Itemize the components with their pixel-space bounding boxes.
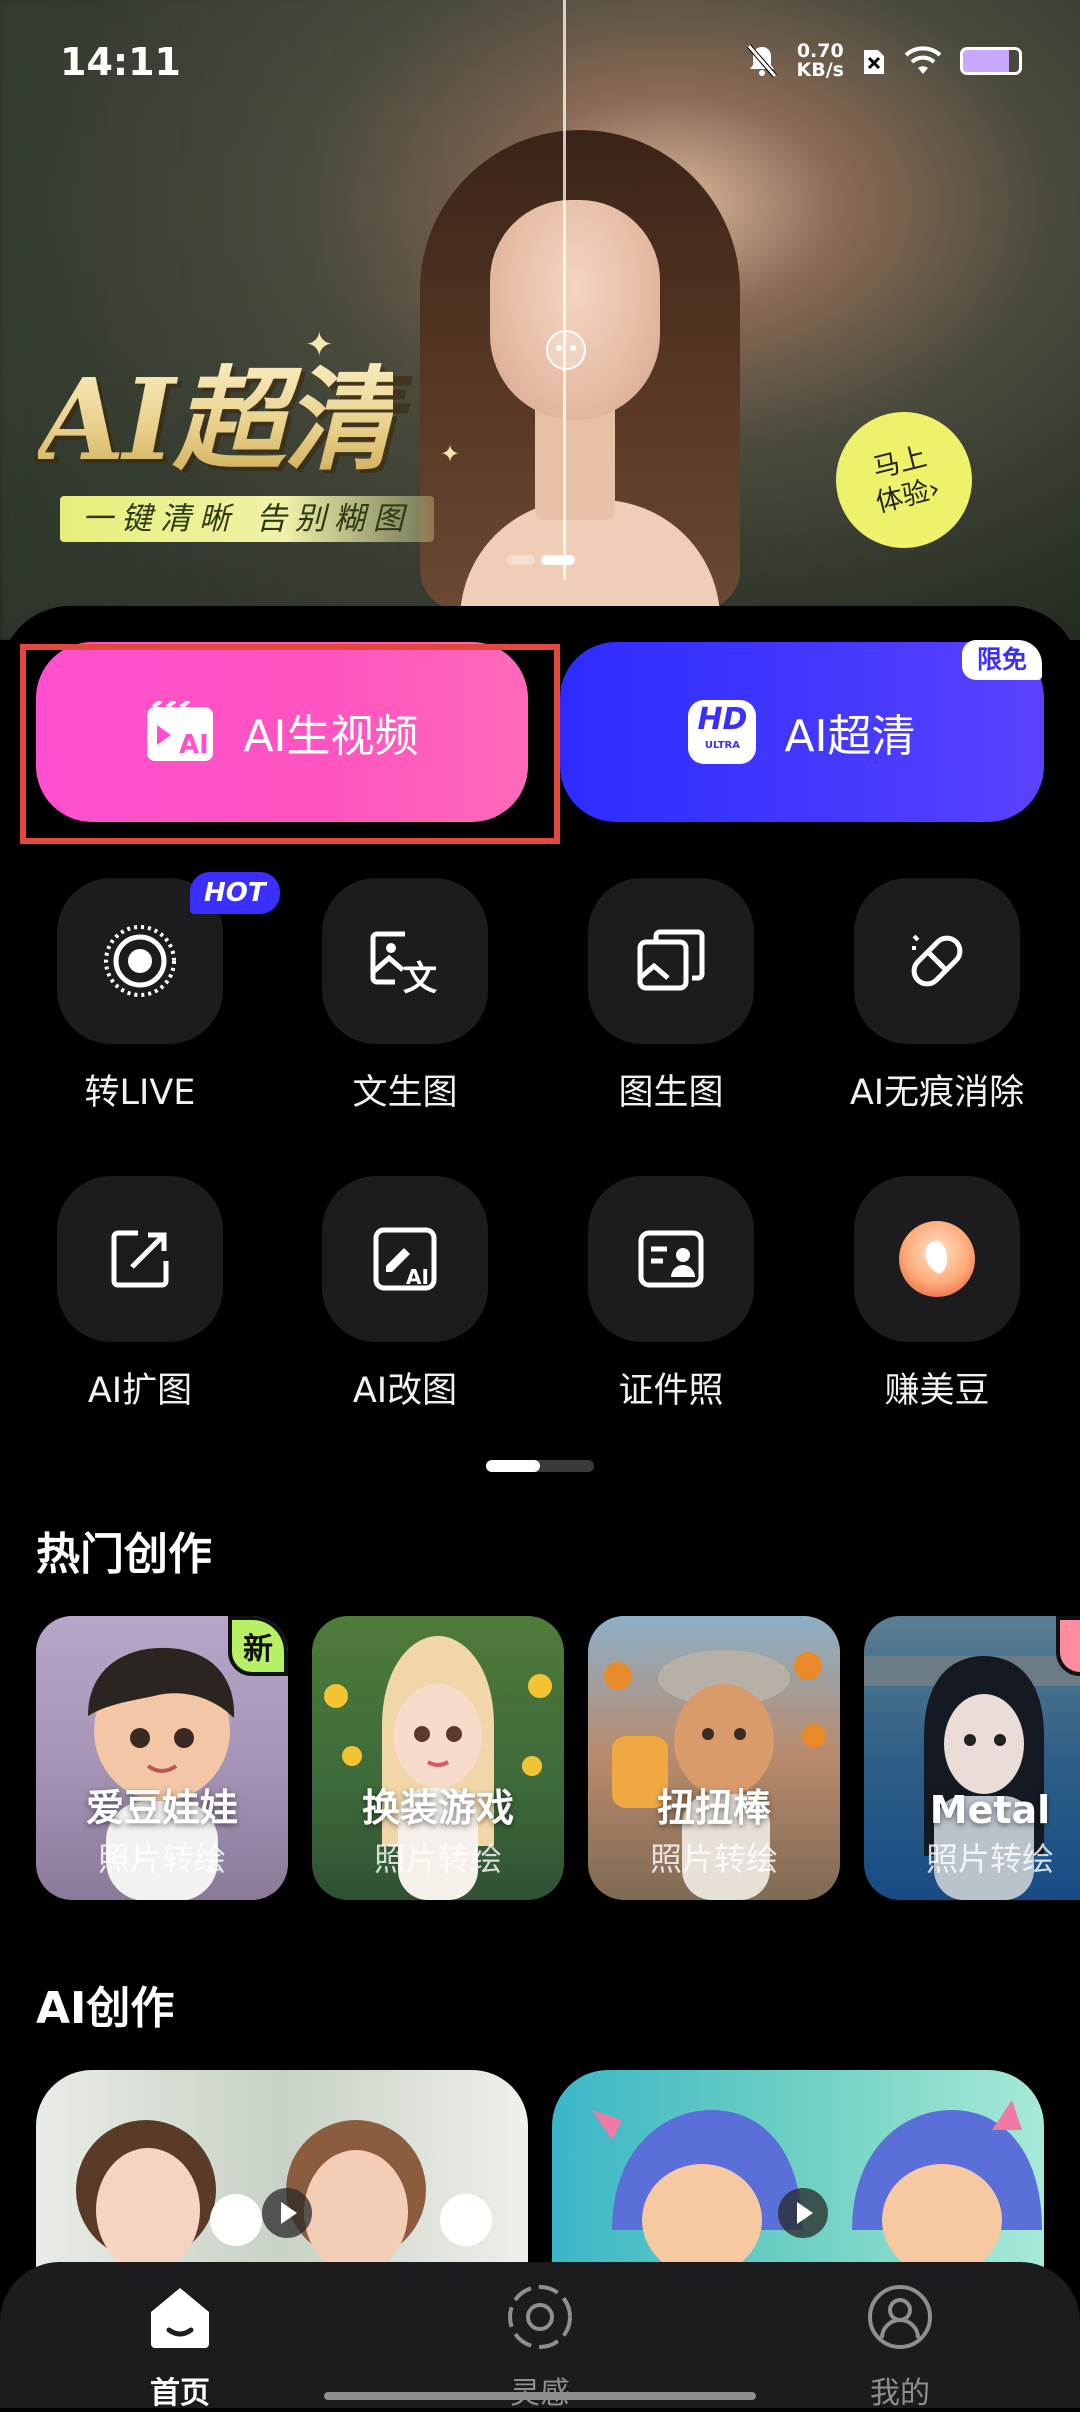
section-title-ai: AI创作: [36, 1983, 175, 2034]
card-subtitle: 照片转绘: [925, 1840, 1054, 1878]
nav-label: 我的: [870, 2376, 930, 2411]
expand-image-icon: [111, 1230, 169, 1288]
tool-id-photo[interactable]: 证件照: [571, 1176, 771, 1413]
live-icon: [104, 925, 176, 997]
hot-badge: HOT: [190, 872, 280, 914]
home-indicator[interactable]: [324, 2392, 756, 2400]
tool-label: AI改图: [352, 1371, 458, 1411]
tool-image-to-image[interactable]: 图生图: [571, 878, 771, 1115]
profile-icon: [868, 2285, 932, 2349]
wifi-icon: [904, 46, 942, 74]
hot-card[interactable]: 换装游戏 照片转绘: [312, 1616, 564, 1900]
network-speed: 0.70 KB/s: [796, 40, 844, 81]
hd-ultra-icon: HD ULTRA: [688, 700, 757, 764]
tool-label: AI扩图: [87, 1371, 193, 1411]
tool-label: AI无痕消除: [849, 1073, 1025, 1113]
card-subtitle: 照片转绘: [649, 1840, 778, 1878]
battery-icon: [960, 47, 1022, 75]
card-subtitle: 照片转绘: [97, 1840, 226, 1878]
card-title: Metal: [929, 1788, 1051, 1832]
status-time: 14:11: [60, 40, 181, 84]
ai-edit-image-icon: AI: [373, 1227, 437, 1291]
tool-earn-beans[interactable]: 赚美豆: [837, 1176, 1037, 1413]
hot-card[interactable]: 扭扭棒 照片转绘: [588, 1616, 840, 1900]
home-icon: [151, 2288, 209, 2348]
id-photo-icon: [638, 1230, 704, 1288]
hero-title: AI超清: [38, 330, 395, 492]
hero-banner[interactable]: AI超清 AI超清 ✦ ✦ 一键清晰 告别糊图 马上 体验› 14:11 0.7…: [0, 0, 1080, 640]
nav-label: 灵感: [450, 2368, 630, 2412]
card-subtitle: 照片转绘: [373, 1840, 502, 1878]
card-title: 换装游戏: [361, 1786, 514, 1830]
bean-icon: [899, 1221, 975, 1297]
inspiration-icon: [508, 2285, 572, 2349]
free-badge: 限免: [962, 640, 1042, 680]
sparkle-icon: ✦: [305, 325, 334, 365]
eraser-icon: [911, 934, 963, 987]
sparkle-icon: ✦: [440, 440, 461, 468]
nav-home[interactable]: 首页: [90, 2282, 270, 2412]
tool-label: 赚美豆: [884, 1371, 990, 1411]
hot-cards-carousel[interactable]: 新 爱豆娃娃 照片转绘 换装游戏 照片转绘 扭扭棒 照片转绘 Metal 照片转…: [36, 1616, 1080, 1900]
play-icon[interactable]: [262, 2188, 312, 2238]
card-title: 爱豆娃娃: [85, 1786, 238, 1830]
ai-hd-label: AI超清: [784, 711, 916, 762]
section-title-hot: 热门创作: [36, 1529, 212, 1580]
svg-text:文: 文: [403, 959, 437, 994]
tool-expand[interactable]: AI扩图: [40, 1176, 240, 1413]
mute-notification-icon: [746, 44, 777, 78]
hero-subtitle: 一键清晰 告别糊图: [60, 496, 434, 542]
compare-slider-handle[interactable]: [546, 330, 586, 370]
nav-profile[interactable]: 我的: [810, 2282, 990, 2412]
status-bar: 14:11 0.70 KB/s: [0, 0, 1080, 124]
tool-label: 图生图: [618, 1073, 724, 1113]
tool-eraser[interactable]: AI无痕消除: [837, 878, 1037, 1115]
tool-label: 证件照: [618, 1371, 724, 1411]
hot-card[interactable]: Metal 照片转绘: [864, 1616, 1080, 1900]
tool-label: 转LIVE: [84, 1073, 196, 1113]
tools-page-indicator: [486, 1460, 594, 1472]
hot-card[interactable]: 新 爱豆娃娃 照片转绘: [36, 1616, 288, 1900]
sim-off-icon: [864, 50, 884, 74]
nav-label: 首页: [150, 2376, 210, 2411]
play-icon[interactable]: [778, 2188, 828, 2238]
image-to-image-icon: [637, 929, 705, 991]
svg-text:AI: AI: [406, 1265, 429, 1289]
banner-page-indicator: [507, 555, 575, 567]
tool-text-to-image[interactable]: 文 文生图: [305, 878, 505, 1115]
text-to-image-icon: 文: [370, 931, 437, 994]
card-title: 扭扭棒: [656, 1786, 771, 1830]
tool-ai-edit[interactable]: AI AI改图: [305, 1176, 505, 1413]
tool-live[interactable]: HOT 转LIVE: [40, 872, 280, 1115]
tool-label: 文生图: [352, 1073, 458, 1113]
bottom-nav: 首页 灵感 我的: [0, 2262, 1080, 2411]
try-now-button[interactable]: 马上 体验›: [821, 397, 987, 563]
highlight-box: [20, 644, 560, 844]
main-panel: AI AI生视频 HD ULTRA AI超清 限免 HOT 转LIVE 文 文生…: [0, 606, 1080, 2408]
